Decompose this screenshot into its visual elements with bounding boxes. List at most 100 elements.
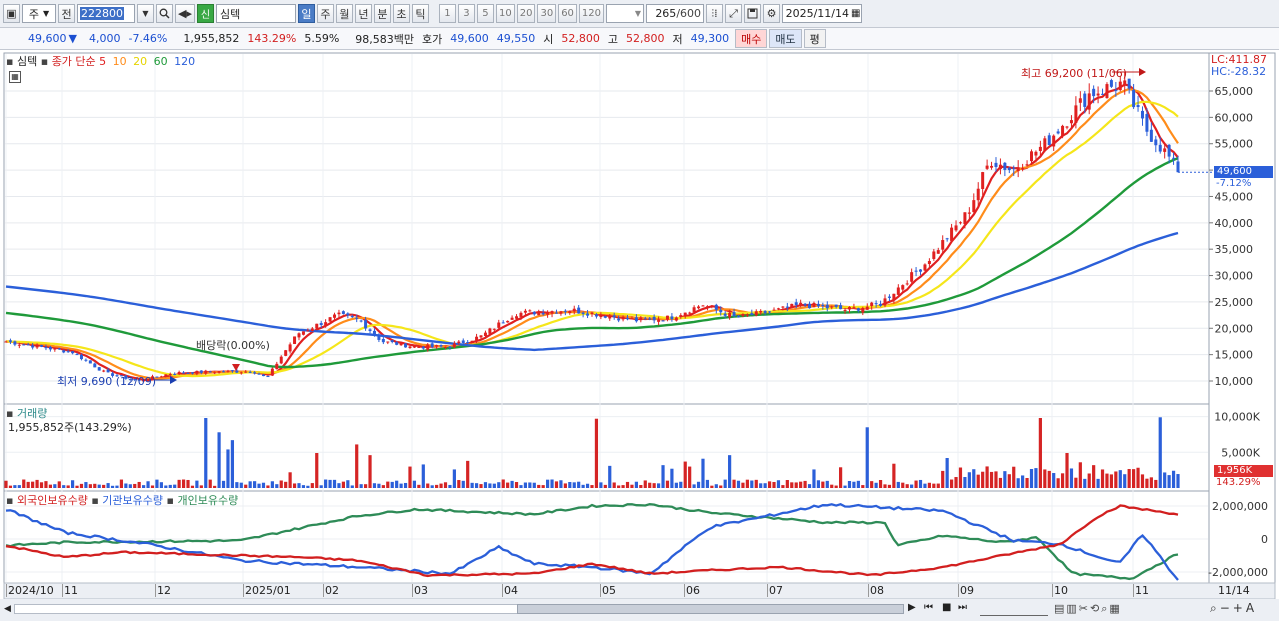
layout-icon[interactable]: ▣ xyxy=(3,4,20,23)
tab-month[interactable]: 월 xyxy=(335,4,353,23)
interval-60[interactable]: 60 xyxy=(558,4,577,23)
volume-bar xyxy=(776,480,781,488)
calculator-icon[interactable]: ▦ xyxy=(9,71,21,83)
candle-body xyxy=(44,347,48,349)
count-input[interactable]: 265/600 xyxy=(646,4,705,23)
volume-bar xyxy=(324,479,328,488)
candle-body xyxy=(270,368,274,376)
period-select[interactable]: 주 ▼ xyxy=(22,4,56,23)
interval-1[interactable]: 1 xyxy=(438,4,456,23)
legend-ma60[interactable]: 60 xyxy=(154,55,168,68)
volume-bar xyxy=(284,481,288,488)
chart-canvas[interactable]: 65,00060,00055,00050,00045,00040,00035,0… xyxy=(0,51,1279,621)
stock-name-field[interactable]: 심텍 xyxy=(215,4,296,23)
save-icon[interactable] xyxy=(744,4,762,23)
tool-icons[interactable]: ▤▥✂⟲⌕▦ xyxy=(1054,602,1122,616)
volume-bar xyxy=(1003,471,1007,488)
prev-button[interactable]: 전 xyxy=(58,4,75,23)
candle-body xyxy=(674,317,678,321)
zoom-slider[interactable] xyxy=(980,602,1048,616)
interval-3[interactable]: 3 xyxy=(457,4,475,23)
indicator-icon[interactable]: ⫶⁞ xyxy=(706,4,724,23)
volume-bar xyxy=(532,482,536,488)
legend-ma120[interactable]: 120 xyxy=(174,55,195,68)
tab-day[interactable]: 일 xyxy=(297,4,315,23)
candle-body xyxy=(586,313,590,316)
volume-bar xyxy=(39,482,44,488)
volume-bar xyxy=(1136,467,1140,488)
scrollbar-thumb[interactable] xyxy=(517,604,904,614)
scroll-right-arrow[interactable]: ▶ xyxy=(908,602,916,613)
interval-5[interactable]: 5 xyxy=(476,4,494,23)
candle-body xyxy=(381,338,385,343)
buy-button[interactable]: 매수 xyxy=(735,29,768,48)
stock-code-input[interactable]: 222800 xyxy=(77,4,135,23)
compare-icon[interactable]: ⤢ xyxy=(725,4,743,23)
candle-body xyxy=(808,303,812,309)
volume-bar xyxy=(998,477,1003,488)
volume-bar xyxy=(994,471,998,488)
volume-bar xyxy=(195,480,199,488)
candle-body xyxy=(315,323,319,329)
legend-ma-label[interactable]: 종가 단순 xyxy=(52,55,96,68)
calendar-icon[interactable]: ▦ xyxy=(851,8,860,19)
legend-ma5[interactable]: 5 xyxy=(99,55,106,68)
x-axis-label: 2025/01 xyxy=(243,584,291,597)
legend-individual-holdings[interactable]: 개인보유수량 xyxy=(177,494,238,507)
gear-icon[interactable]: ⚙ xyxy=(763,4,781,23)
candle-body xyxy=(523,310,527,313)
volume-bar xyxy=(497,482,501,488)
tab-tick[interactable]: 틱 xyxy=(411,4,429,23)
volume-bar xyxy=(22,479,26,488)
candle-body xyxy=(883,298,887,306)
candle-body xyxy=(763,310,767,313)
volume-bar xyxy=(918,479,923,488)
volume-bar xyxy=(550,479,554,488)
volume-bar xyxy=(266,485,270,488)
flat-button[interactable]: 평 xyxy=(803,29,826,48)
tab-minute[interactable]: 분 xyxy=(373,4,391,23)
candle-body xyxy=(728,312,732,318)
volume-bar xyxy=(648,482,652,488)
volume-bar xyxy=(235,482,239,488)
sell-button[interactable]: 매도 xyxy=(769,29,802,48)
quote-low: 49,300 xyxy=(690,32,730,45)
candle-body xyxy=(546,312,550,315)
rewind-icon[interactable]: ⏮ xyxy=(924,602,933,613)
code-dropdown-button[interactable]: ▼ xyxy=(137,4,154,23)
search-icon[interactable] xyxy=(156,4,173,23)
zoom-controls[interactable]: ⌕−+A xyxy=(1210,601,1257,616)
tab-year[interactable]: 년 xyxy=(354,4,372,23)
legend-institution-holdings[interactable]: 기관보유수량 xyxy=(102,494,163,507)
interval-20[interactable]: 20 xyxy=(516,4,536,23)
candle-body xyxy=(22,344,26,346)
date-input[interactable]: 2025/11/14 ▦ xyxy=(782,4,863,23)
candle-body xyxy=(324,322,328,326)
tab-week[interactable]: 주 xyxy=(316,4,334,23)
candle-body xyxy=(661,320,665,322)
interval-custom-select[interactable]: ▼ xyxy=(606,4,645,23)
legend-foreign-holdings[interactable]: 외국인보유수량 xyxy=(17,494,88,507)
sound-icon[interactable]: ◀▸ xyxy=(175,4,195,23)
stock-code-value: 222800 xyxy=(80,7,124,20)
volume-bar xyxy=(1167,475,1171,488)
forward-icon[interactable]: ⏭ xyxy=(958,602,967,613)
volume-tick-label: 10,000K xyxy=(1214,411,1260,424)
tab-second[interactable]: 초 xyxy=(392,4,410,23)
volume-bar xyxy=(230,440,235,488)
candle-body xyxy=(768,311,772,313)
volume-bar xyxy=(403,482,408,488)
candle-body xyxy=(1136,105,1140,108)
legend-ma20[interactable]: 20 xyxy=(133,55,147,68)
x-axis-label: 10 xyxy=(1052,584,1068,597)
interval-120[interactable]: 120 xyxy=(578,4,605,23)
volume-bar xyxy=(4,480,8,488)
current-volume-rate: 143.29% xyxy=(1216,477,1261,488)
interval-30[interactable]: 30 xyxy=(537,4,557,23)
volume-bar xyxy=(368,455,372,488)
legend-stock-name[interactable]: 심텍 xyxy=(17,55,37,68)
stop-icon[interactable]: ■ xyxy=(942,602,951,613)
interval-10[interactable]: 10 xyxy=(495,4,515,23)
legend-ma10[interactable]: 10 xyxy=(113,55,127,68)
volume-bar xyxy=(932,483,936,488)
